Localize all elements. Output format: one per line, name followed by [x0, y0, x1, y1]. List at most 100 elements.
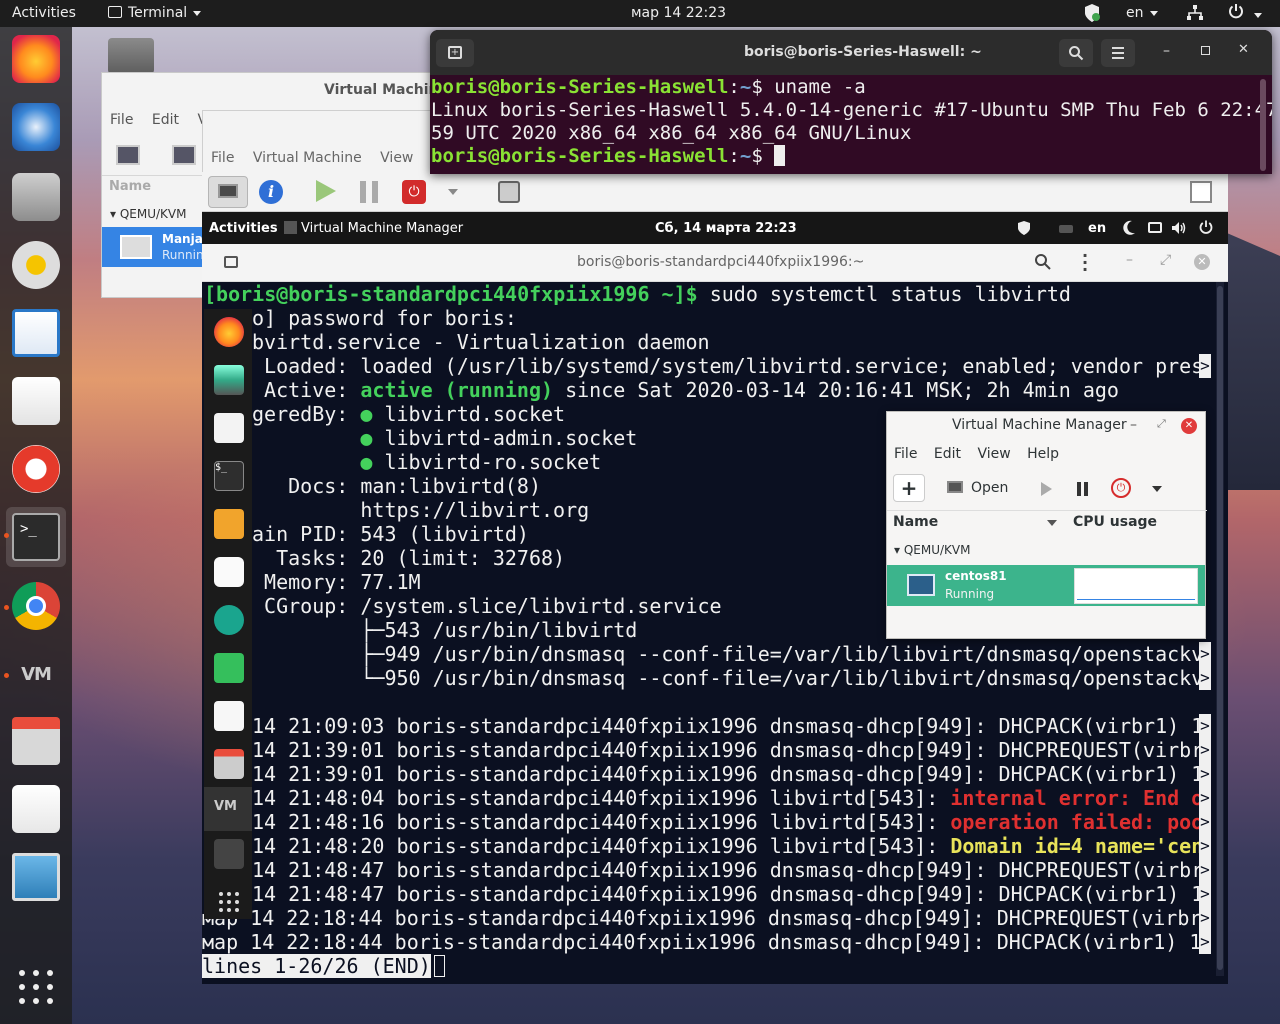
terminal-icon[interactable]: $_ [214, 461, 244, 491]
downloader-icon[interactable] [214, 509, 244, 539]
firefox-icon[interactable] [12, 35, 60, 83]
trash-icon[interactable] [214, 839, 244, 869]
chevron-down-icon[interactable] [448, 189, 458, 195]
scrollbar-thumb[interactable] [1217, 286, 1223, 970]
guest-language[interactable]: en [1088, 221, 1106, 236]
menu-view[interactable]: View [380, 150, 413, 166]
minimize-icon[interactable]: – [1126, 252, 1133, 268]
new-vm-icon[interactable] [116, 145, 140, 165]
guest-clock[interactable]: Сб, 14 марта 22:23 [655, 221, 797, 236]
close-icon[interactable]: ✕ [1181, 418, 1197, 434]
menu-view[interactable]: View [977, 446, 1010, 462]
menu-file[interactable]: File [894, 446, 917, 462]
installer-icon[interactable] [12, 717, 60, 765]
files-icon[interactable] [214, 365, 244, 395]
info-icon[interactable]: i [259, 180, 283, 204]
app-menu-terminal[interactable]: Terminal [108, 5, 201, 21]
menu-virtual-machine[interactable]: Virtual Machine [253, 150, 362, 166]
column-cpu-usage[interactable]: CPU usage [1073, 514, 1157, 530]
chevron-down-icon[interactable] [1152, 486, 1162, 492]
guest-activities[interactable]: Activities [209, 221, 278, 236]
pause-icon-bar1[interactable] [360, 181, 366, 203]
monitor-icon [218, 184, 238, 198]
clock[interactable]: мар 14 22:23 [631, 5, 726, 21]
show-console-button[interactable] [208, 176, 248, 208]
kebab-menu-icon[interactable]: · · · [1082, 248, 1088, 278]
pause-icon-bar2[interactable] [372, 181, 378, 203]
menu-edit[interactable]: Edit [934, 446, 961, 462]
software-icon[interactable] [214, 701, 244, 731]
open-vm-icon[interactable] [172, 145, 196, 165]
manjaro-icon[interactable] [214, 653, 244, 683]
open-button[interactable]: Open [947, 480, 1008, 496]
menu-file[interactable]: File [110, 112, 133, 128]
software-center-icon[interactable] [12, 377, 60, 425]
camera-icon[interactable] [214, 605, 244, 635]
help-icon[interactable] [12, 445, 60, 493]
guest-shield-icon[interactable] [1017, 220, 1031, 240]
installer-icon[interactable] [214, 749, 244, 779]
guest-vmm-window[interactable]: Virtual Machine Manager – ⤢ ✕ File Edit … [886, 411, 1207, 639]
new-tab-button[interactable]: + [436, 39, 474, 67]
scrollbar-thumb[interactable] [1260, 79, 1266, 171]
search-icon[interactable] [1034, 253, 1052, 275]
scrollbar-track[interactable] [1216, 282, 1224, 976]
vmm-icon[interactable]: VM [12, 651, 60, 699]
close-icon[interactable]: ✕ [1238, 42, 1249, 57]
menu-help[interactable]: Help [1027, 446, 1059, 462]
new-tab-icon[interactable] [224, 256, 238, 268]
search-button[interactable] [1059, 39, 1093, 67]
activities-button[interactable]: Activities [12, 5, 76, 21]
screenshot-icon[interactable] [12, 853, 60, 901]
vm-row-selected[interactable]: centos81 Running [887, 565, 1205, 606]
maximize-icon[interactable]: ⤢ [1157, 417, 1166, 431]
minimize-icon[interactable]: – [1130, 417, 1137, 433]
gnome-software-icon[interactable] [12, 785, 60, 833]
vmm-active-item[interactable]: VM [204, 787, 252, 831]
libreoffice-writer-icon[interactable] [12, 309, 60, 357]
network-icon[interactable] [1186, 4, 1204, 26]
files-icon[interactable] [12, 173, 60, 221]
output-line: o] password for boris: [252, 306, 517, 330]
apps-grid-icon[interactable] [12, 963, 60, 1011]
hamburger-menu-button[interactable] [1101, 39, 1135, 67]
text-editor-icon[interactable] [214, 413, 244, 443]
run-icon[interactable] [316, 180, 336, 202]
shutdown-icon[interactable]: ⏻ [402, 180, 426, 204]
firefox-icon[interactable] [214, 317, 244, 347]
power-menu-icon[interactable] [1228, 3, 1262, 23]
menu-file[interactable]: File [211, 150, 234, 166]
rhythmbox-icon[interactable] [12, 241, 60, 289]
menubar: File Edit View Help [894, 446, 1059, 462]
maximize-icon[interactable]: ⤢ [1160, 252, 1171, 268]
language-indicator[interactable]: en [1126, 5, 1158, 21]
new-vm-button[interactable]: + [893, 474, 925, 502]
menu-edit[interactable]: Edit [152, 112, 179, 128]
apps-grid-icon[interactable] [214, 887, 244, 917]
pause-icon-bar2[interactable] [1084, 482, 1088, 496]
volume-icon[interactable] [1171, 221, 1187, 239]
minimize-icon[interactable]: – [1163, 43, 1170, 59]
screenshot-button-icon[interactable] [498, 181, 520, 203]
shutdown-icon[interactable]: ⏻ [1111, 478, 1131, 498]
column-name[interactable]: Name [109, 179, 151, 194]
terminal-dock-item[interactable]: >_ [6, 507, 66, 567]
triggered-label: geredBy: [252, 402, 361, 426]
run-icon[interactable] [1041, 482, 1052, 496]
guest-power-icon[interactable] [1199, 220, 1213, 238]
sort-chevron-icon[interactable] [1047, 520, 1057, 526]
chrome-icon[interactable] [12, 582, 60, 630]
host-terminal-window[interactable]: + boris@boris-Series-Haswell: ~ – ✕ bori… [430, 30, 1272, 174]
guest-app-menu[interactable]: Virtual Machine Manager [284, 221, 463, 236]
close-icon[interactable]: ✕ [1194, 254, 1210, 270]
column-name[interactable]: Name [893, 514, 938, 530]
thunderbird-icon[interactable] [12, 103, 60, 151]
home-folder-icon[interactable] [108, 38, 154, 74]
vm-row-selected[interactable]: Manjar Runnin [102, 227, 209, 267]
fullscreen-icon[interactable] [1190, 181, 1212, 203]
chat-icon[interactable] [214, 557, 244, 587]
shield-icon[interactable] [1083, 3, 1101, 27]
host-terminal-output[interactable]: boris@boris-Series-Haswell:~$ uname -a L… [430, 75, 1272, 174]
pause-icon-bar1[interactable] [1077, 482, 1081, 496]
maximize-icon[interactable] [1201, 46, 1210, 55]
